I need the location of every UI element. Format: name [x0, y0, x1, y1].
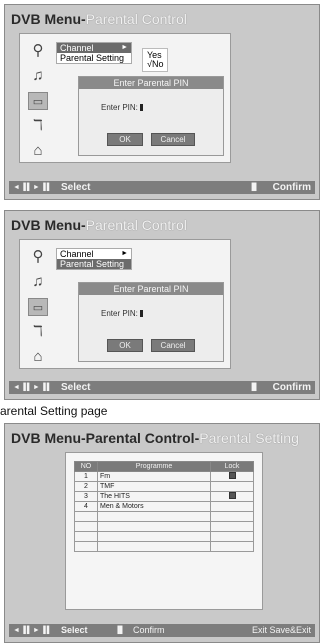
cell-no — [74, 531, 98, 542]
menu-panel: ⚲ ♫ ▭ ℸ ⌂ Channel ► Parental Setting Yes … — [19, 33, 231, 163]
cell-lock[interactable] — [210, 471, 254, 482]
microphone-icon[interactable]: ♫ — [28, 273, 48, 291]
arrow-keys-icon: ◄▐▌►▐▌ — [13, 184, 53, 191]
cell-programme — [97, 521, 211, 532]
menu-panel: ⚲ ♫ ▭ ℸ ⌂ Channel ► Parental Setting Ente… — [19, 239, 231, 369]
cell-programme — [97, 531, 211, 542]
pin-dialog: Enter Parental PIN Enter PIN: OK Cancel — [78, 282, 224, 362]
select-hint: Select — [61, 182, 91, 193]
lock-icon[interactable]: ⌂ — [28, 348, 48, 366]
microphone-icon[interactable]: ♫ — [28, 67, 48, 85]
programme-lock-table: NO Programme Lock 1 Fm 2 TMF 3 The HITS 4 Men &… — [74, 461, 254, 552]
table-row[interactable]: 1 Fm — [74, 471, 254, 482]
caption-text: arental Setting page — [0, 404, 108, 418]
submenu: Channel ► Parental Setting — [56, 42, 132, 64]
cell-programme: Fm — [97, 471, 211, 482]
table-header-row: NO Programme Lock — [74, 461, 254, 472]
parental-setting-screen: DVB Menu-Parental Control-Parental Setti… — [4, 423, 320, 643]
table-row[interactable] — [74, 521, 254, 532]
cell-programme — [97, 511, 211, 522]
screen-title: DVB Menu-Parental Control — [11, 11, 187, 27]
tv-icon[interactable]: ▭ — [28, 92, 48, 110]
key-icon[interactable]: ℸ — [28, 323, 48, 341]
parental-control-screen-2: DVB Menu-Parental Control ⚲ ♫ ▭ ℸ ⌂ Chan… — [4, 210, 320, 400]
cell-no: 4 — [74, 501, 98, 512]
cell-lock[interactable] — [210, 531, 254, 542]
table-row[interactable]: 3 The HITS — [74, 491, 254, 502]
arrow-keys-icon: ◄▐▌►▐▌ — [13, 627, 53, 634]
menu-item-channel[interactable]: Channel ► — [57, 43, 131, 53]
cell-programme: Men & Motors — [97, 501, 211, 512]
confirm-key-icon: ▐▌ — [249, 384, 259, 391]
cell-lock[interactable] — [210, 491, 254, 502]
table-row[interactable] — [74, 531, 254, 542]
cell-programme: TMF — [97, 481, 211, 492]
cell-lock[interactable] — [210, 521, 254, 532]
lock-icon[interactable]: ⌂ — [28, 142, 48, 160]
status-bar: ◄▐▌►▐▌ Select ▐▌ Confirm — [9, 381, 315, 394]
cell-no: 2 — [74, 481, 98, 492]
text-cursor — [139, 104, 143, 112]
cell-no: 3 — [74, 491, 98, 502]
confirm-hint: Confirm — [133, 625, 165, 635]
menu-item-channel[interactable]: Channel ► — [57, 249, 131, 259]
table-row[interactable] — [74, 541, 254, 552]
confirm-hint: Confirm — [272, 182, 311, 193]
tv-icon[interactable]: ▭ — [28, 298, 48, 316]
header-lock: Lock — [210, 461, 254, 472]
icon-column: ⚲ ♫ ▭ ℸ ⌂ — [28, 248, 50, 373]
ok-button[interactable]: OK — [107, 133, 143, 146]
option-no[interactable]: √No — [147, 60, 163, 69]
pin-dialog-title: Enter Parental PIN — [79, 283, 223, 295]
key-icon[interactable]: ℸ — [28, 117, 48, 135]
confirm-key-icon: ▐▌ — [115, 627, 125, 634]
screen-title: DVB Menu-Parental Control — [11, 217, 187, 233]
cell-lock[interactable] — [210, 501, 254, 512]
select-hint: Select — [61, 625, 88, 635]
menu-item-parental-setting[interactable]: Parental Setting — [57, 259, 131, 269]
submenu: Channel ► Parental Setting — [56, 248, 132, 270]
pin-input[interactable]: Enter PIN: — [101, 309, 143, 318]
ok-button[interactable]: OK — [107, 339, 143, 352]
yes-no-options: Yes √No — [142, 48, 169, 72]
cell-no — [74, 541, 98, 552]
lock-icon — [228, 492, 236, 499]
table-row[interactable]: 2 TMF — [74, 481, 254, 492]
cell-lock[interactable] — [210, 541, 254, 552]
header-no: NO — [74, 461, 98, 472]
text-cursor — [139, 310, 143, 318]
cancel-button[interactable]: Cancel — [151, 133, 195, 146]
cell-no — [74, 511, 98, 522]
cell-lock[interactable] — [210, 481, 254, 492]
status-bar: ◄▐▌►▐▌ Select ▐▌ Confirm — [9, 181, 315, 194]
lock-icon — [228, 472, 236, 479]
menu-item-parental-setting[interactable]: Parental Setting — [57, 53, 131, 63]
cell-programme: The HITS — [97, 491, 211, 502]
screen-title: DVB Menu-Parental Control-Parental Setti… — [11, 430, 299, 446]
table-row[interactable] — [74, 511, 254, 522]
arrow-keys-icon: ◄▐▌►▐▌ — [13, 384, 53, 391]
select-hint: Select — [61, 382, 91, 393]
confirm-key-icon: ▐▌ — [249, 184, 259, 191]
cell-no: 1 — [74, 471, 98, 482]
confirm-hint: Confirm — [272, 382, 311, 393]
cell-programme — [97, 541, 211, 552]
cell-lock[interactable] — [210, 511, 254, 522]
table-row[interactable]: 4 Men & Motors — [74, 501, 254, 512]
icon-column: ⚲ ♫ ▭ ℸ ⌂ — [28, 42, 50, 167]
status-bar: ◄▐▌►▐▌ Select ▐▌ Confirm Exit Save&Exit — [9, 624, 315, 637]
magnifier-icon[interactable]: ⚲ — [28, 42, 48, 60]
magnifier-icon[interactable]: ⚲ — [28, 248, 48, 266]
cell-no — [74, 521, 98, 532]
pin-dialog: Enter Parental PIN Enter PIN: OK Cancel — [78, 76, 224, 156]
parental-control-screen-1: DVB Menu-Parental Control ⚲ ♫ ▭ ℸ ⌂ Chan… — [4, 4, 320, 200]
lock-table-panel: NO Programme Lock 1 Fm 2 TMF 3 The HITS 4 Men &… — [65, 452, 263, 610]
cancel-button[interactable]: Cancel — [151, 339, 195, 352]
header-programme: Programme — [97, 461, 211, 472]
exit-hint: Exit Save&Exit — [251, 625, 311, 635]
pin-input[interactable]: Enter PIN: — [101, 103, 143, 112]
pin-dialog-title: Enter Parental PIN — [79, 77, 223, 89]
